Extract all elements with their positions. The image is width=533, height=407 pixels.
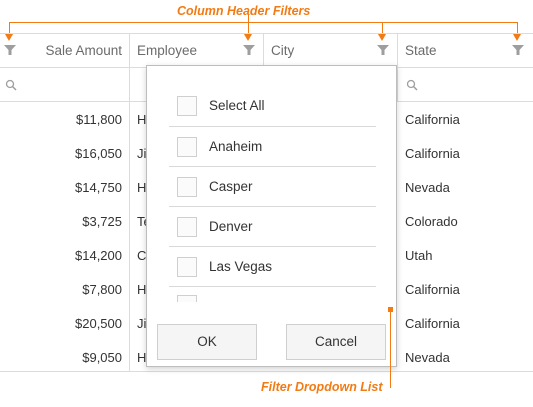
employee-cell: H — [137, 350, 146, 365]
dropdown-divider — [169, 286, 376, 287]
checkbox[interactable] — [177, 96, 197, 116]
column-header-sale-amount[interactable]: Sale Amount — [0, 34, 129, 67]
employee-cell: H — [137, 282, 146, 297]
column-header-label: Sale Amount — [45, 43, 122, 58]
state-cell: California — [405, 146, 460, 161]
filter-option[interactable]: Anaheim — [169, 131, 377, 165]
sale-amount-cell: $9,050 — [82, 350, 122, 365]
callout-line — [9, 22, 518, 23]
filter-dropdown[interactable]: Select All Anaheim Casper Denver Las Veg… — [146, 65, 397, 367]
callout-line — [390, 312, 391, 388]
checkbox[interactable] — [177, 257, 197, 277]
filter-option[interactable]: Las Vegas — [169, 251, 377, 285]
sale-amount-cell: $11,800 — [75, 112, 122, 127]
sale-amount-cell: $14,750 — [75, 180, 122, 195]
filter-option-clipped[interactable] — [169, 292, 377, 302]
funnel-icon[interactable] — [377, 44, 389, 56]
state-cell: California — [405, 112, 460, 127]
checkbox[interactable] — [177, 295, 197, 302]
checkbox[interactable] — [177, 137, 197, 157]
state-cell: Utah — [405, 248, 433, 263]
filter-option-label: Anaheim — [209, 139, 263, 154]
column-header-label: Employee — [137, 43, 198, 58]
grid-bottom-border — [0, 371, 533, 372]
employee-cell: H — [137, 112, 146, 127]
dropdown-list-callout-label: Filter Dropdown List — [261, 380, 383, 394]
sale-amount-cell: $7,800 — [82, 282, 122, 297]
ok-button[interactable]: OK — [157, 324, 257, 360]
state-cell: California — [405, 282, 460, 297]
state-cell: California — [405, 316, 460, 331]
sale-amount-cell: $20,500 — [75, 316, 122, 331]
sale-amount-cell: $14,200 — [75, 248, 122, 263]
column-header-label: City — [271, 43, 295, 58]
funnel-icon[interactable] — [243, 44, 255, 56]
search-icon[interactable] — [5, 79, 17, 91]
checkbox[interactable] — [177, 177, 197, 197]
state-cell: Nevada — [405, 350, 450, 365]
dropdown-divider — [169, 246, 376, 247]
filter-option-select-all[interactable]: Select All — [169, 90, 377, 124]
dropdown-divider — [169, 206, 376, 207]
sale-amount-cell: $3,725 — [82, 214, 122, 229]
filter-option-label: Denver — [209, 219, 253, 234]
filter-option-label: Casper — [209, 179, 253, 194]
dropdown-divider — [169, 166, 376, 167]
sale-amount-cell: $16,050 — [75, 146, 122, 161]
employee-cell: C — [137, 248, 146, 263]
employee-cell: H — [137, 180, 146, 195]
filter-option[interactable]: Denver — [169, 211, 377, 245]
funnel-icon[interactable] — [512, 44, 524, 56]
filter-option-label: Select All — [209, 98, 265, 113]
employee-cell: Te — [137, 214, 146, 229]
header-filters-callout-label: Column Header Filters — [177, 4, 311, 18]
search-icon[interactable] — [406, 79, 418, 91]
state-cell: Colorado — [405, 214, 458, 229]
column-divider — [129, 101, 130, 372]
employee-cell: Ji — [137, 146, 146, 161]
employee-cell: Ji — [137, 316, 146, 331]
filter-option-label: Las Vegas — [209, 259, 273, 274]
dropdown-divider — [169, 126, 376, 127]
funnel-icon[interactable] — [4, 44, 16, 56]
filter-option[interactable]: Casper — [169, 171, 377, 205]
state-cell: Nevada — [405, 180, 450, 195]
cancel-button[interactable]: Cancel — [286, 324, 386, 360]
column-header-label: State — [405, 43, 437, 58]
checkbox[interactable] — [177, 217, 197, 237]
